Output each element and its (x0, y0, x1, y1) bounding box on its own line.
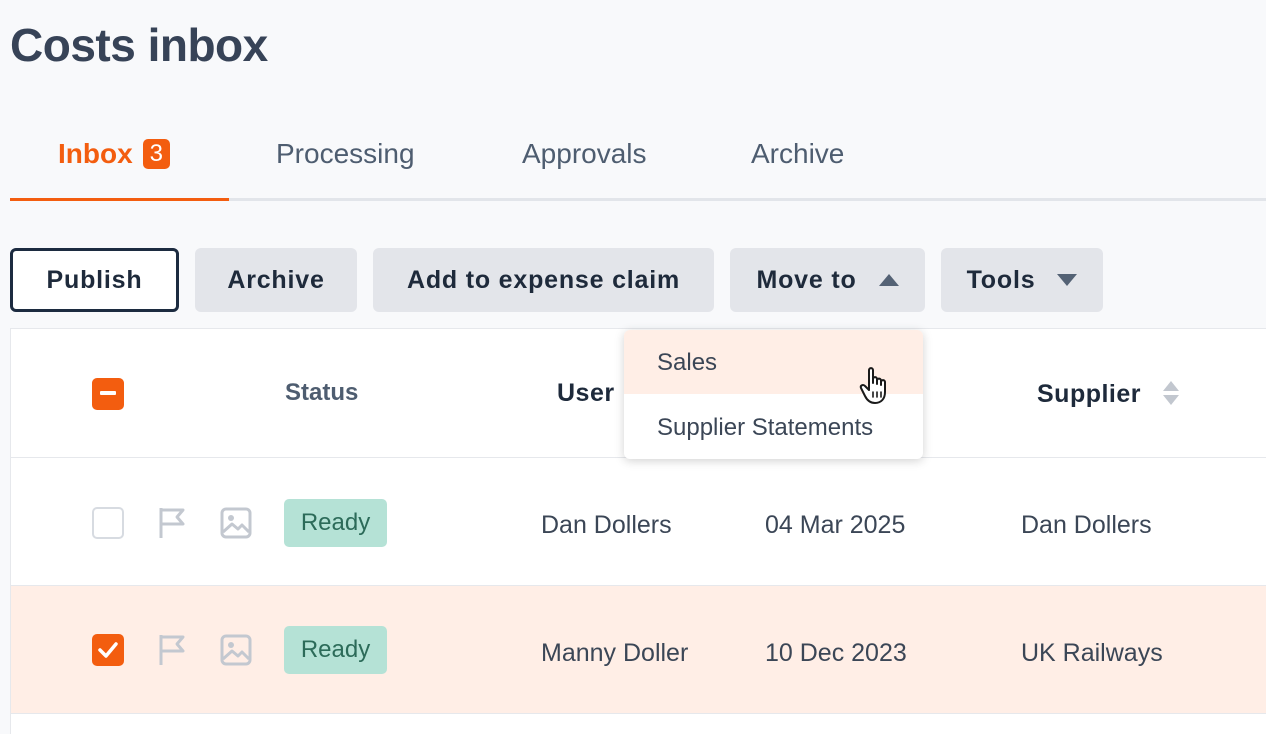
tab-approvals[interactable]: Approvals (522, 138, 647, 170)
user-column-header[interactable]: User (557, 379, 615, 408)
image-icon[interactable] (220, 507, 252, 539)
tab-inbox[interactable]: Inbox 3 (58, 138, 171, 170)
row-checkbox[interactable] (92, 634, 124, 666)
image-icon[interactable] (220, 634, 252, 666)
menu-item-label: Supplier Statements (657, 414, 874, 441)
tab-inbox-label: Inbox (58, 138, 133, 169)
user-cell: Manny Doller (541, 639, 689, 667)
caret-up-icon (878, 274, 899, 286)
menu-item-label: Sales (657, 349, 718, 376)
row-checkbox[interactable] (92, 507, 124, 539)
move-to-label: Move to (756, 265, 857, 294)
user-cell: Dan Dollers (541, 511, 672, 539)
flag-icon[interactable] (157, 506, 189, 540)
tab-processing[interactable]: Processing (276, 138, 415, 170)
caret-down-icon (1057, 274, 1078, 286)
add-to-expense-claim-button[interactable]: Add to expense claim (373, 248, 714, 312)
select-all-checkbox[interactable] (92, 378, 124, 410)
flag-icon[interactable] (157, 633, 189, 667)
table-row[interactable]: Ready Manny Doller 10 Dec 2023 UK Railwa… (11, 586, 1266, 714)
active-tab-indicator (10, 198, 229, 201)
inbox-count-badge: 3 (142, 139, 171, 169)
tab-archive[interactable]: Archive (751, 138, 844, 170)
date-cell: 10 Dec 2023 (765, 639, 907, 667)
status-badge: Ready (284, 499, 387, 547)
checkmark-icon (98, 642, 118, 658)
sort-icon (1163, 381, 1180, 405)
table-row[interactable]: Ready Dan Dollers 04 Mar 2025 Dan Doller… (11, 458, 1266, 586)
archive-button[interactable]: Archive (195, 248, 357, 312)
tools-label: Tools (966, 265, 1036, 294)
tab-bar: Inbox 3 Processing Approvals Archive (10, 118, 1266, 201)
page-title: Costs inbox (10, 19, 268, 71)
publish-button[interactable]: Publish (10, 248, 179, 312)
date-cell: 04 Mar 2025 (765, 511, 906, 539)
status-column-header[interactable]: Status (285, 379, 358, 407)
supplier-cell: Dan Dollers (1021, 511, 1152, 539)
supplier-column-header[interactable]: Supplier (1037, 379, 1180, 409)
supplier-column-label: Supplier (1037, 380, 1142, 408)
tools-button[interactable]: Tools (941, 248, 1103, 312)
hand-cursor-icon (859, 367, 886, 404)
move-to-button[interactable]: Move to (730, 248, 925, 312)
status-badge: Ready (284, 626, 387, 674)
supplier-cell: UK Railways (1021, 639, 1163, 667)
